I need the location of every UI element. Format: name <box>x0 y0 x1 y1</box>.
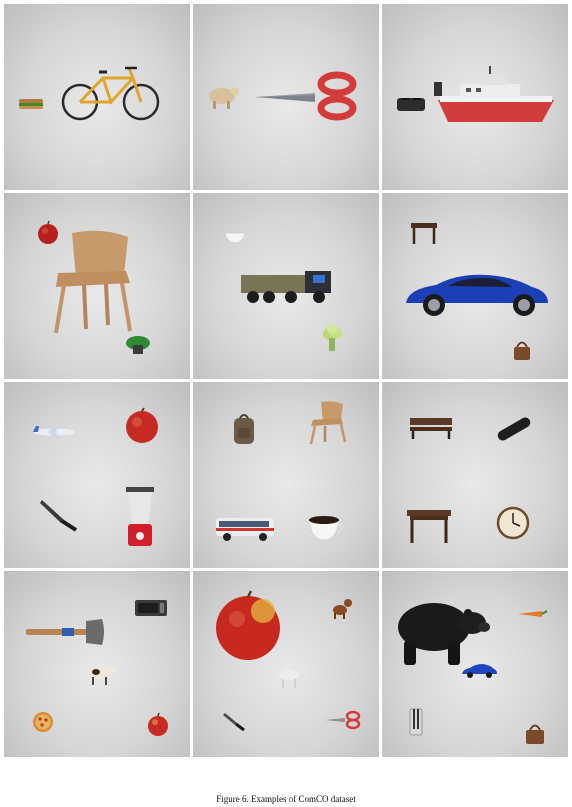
truck-object <box>239 269 333 305</box>
toaster-object <box>396 96 426 112</box>
dining-table-object <box>406 508 452 544</box>
handbag-object <box>512 339 532 361</box>
sheep-object <box>205 84 239 110</box>
scissors-object <box>255 71 359 121</box>
bench-object <box>408 416 454 440</box>
axe-object <box>24 617 108 647</box>
blender-object <box>120 486 160 548</box>
scene-10 <box>4 571 190 757</box>
horse-object <box>277 665 305 689</box>
figure-grid <box>4 4 568 757</box>
handbag-object <box>524 721 546 745</box>
scene-9 <box>382 382 568 568</box>
dining-table-object <box>410 221 438 245</box>
chair-object <box>309 400 347 446</box>
microwave-object <box>134 599 168 617</box>
scene-7 <box>4 382 190 568</box>
bear-object <box>392 597 492 667</box>
figure-caption: Figure 6. Examples of ComCO dataset <box>216 794 356 804</box>
toaster-object <box>408 707 424 737</box>
bicycle-object <box>59 64 164 124</box>
scene-11 <box>193 571 379 757</box>
scene-2 <box>193 4 379 190</box>
knife-object <box>40 498 78 532</box>
knife-object <box>223 711 245 732</box>
cow-object <box>86 663 116 687</box>
backpack-object <box>231 414 257 446</box>
scene-5 <box>193 193 379 379</box>
scene-1 <box>4 4 190 190</box>
skateboard-object <box>494 416 534 442</box>
scene-3 <box>382 4 568 190</box>
car-object <box>402 271 550 319</box>
clock-object <box>496 506 530 540</box>
potted-plant-object <box>124 333 152 355</box>
pizza-object <box>32 711 54 733</box>
apple-object <box>146 712 170 737</box>
carrot-object <box>518 609 548 619</box>
dog-object <box>329 597 353 619</box>
sandwich-object <box>18 97 44 111</box>
broccoli-object <box>321 324 343 353</box>
cup-object <box>223 231 249 245</box>
apple-object <box>213 590 283 661</box>
apple-object <box>124 407 160 444</box>
chair-object <box>50 229 134 337</box>
scene-4 <box>4 193 190 379</box>
airplane-object <box>30 424 76 440</box>
scissors-object <box>325 710 361 730</box>
car-object <box>460 663 498 679</box>
cup-object <box>305 514 347 544</box>
scene-8 <box>193 382 379 568</box>
boat-object <box>430 66 556 124</box>
scene-12 <box>382 571 568 757</box>
bus-object <box>215 516 275 542</box>
scene-6 <box>382 193 568 379</box>
